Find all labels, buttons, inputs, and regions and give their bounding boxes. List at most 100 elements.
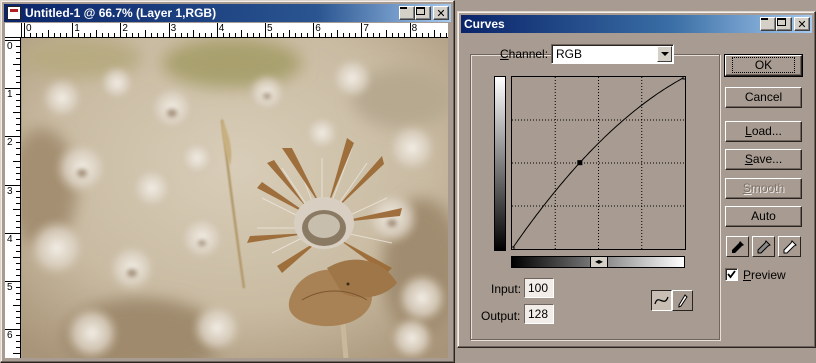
curve-control-point[interactable] [577, 160, 583, 166]
vertical-ruler[interactable]: 0 1 2 3 4 5 6 [5, 38, 21, 358]
ruler-tick [13, 256, 20, 258]
ruler-tick [301, 33, 303, 37]
ruler-tick [198, 33, 200, 37]
curves-title-bar[interactable]: Curves ✕ [461, 15, 812, 33]
curves-maximize-button[interactable] [776, 17, 792, 31]
ruler-tick [5, 136, 20, 138]
thistle-photo [22, 38, 448, 358]
chevron-down-icon[interactable] [657, 46, 672, 62]
save-button[interactable]: Save... [725, 149, 802, 170]
minimize-icon [400, 7, 407, 9]
ruler-tick [192, 30, 194, 37]
ruler-tick [5, 184, 20, 186]
document-window[interactable]: Untitled-1 @ 66.7% (Layer 1,RGB) ✕ 01234… [0, 0, 455, 363]
curve-tool-button[interactable] [651, 290, 672, 311]
ruler-tick [16, 226, 20, 228]
gray-eyedropper-button[interactable] [752, 236, 775, 257]
ruler-tick [16, 106, 20, 108]
pencil-tool-button[interactable] [672, 290, 693, 311]
ruler-label: 3 [7, 185, 13, 197]
ruler-tick [16, 130, 20, 132]
channel-value: RGB [556, 47, 583, 61]
document-title-bar[interactable]: Untitled-1 @ 66.7% (Layer 1,RGB) ✕ [4, 4, 451, 22]
ruler-tick [132, 33, 134, 37]
load-button[interactable]: Load... [725, 121, 802, 142]
curve-endpoint-black[interactable] [509, 246, 515, 252]
ruler-tick [313, 23, 315, 37]
ruler-tick [16, 268, 20, 270]
ruler-tick [210, 33, 212, 37]
curves-minimize-button[interactable] [760, 17, 776, 31]
gray-eyedropper-icon [757, 239, 771, 253]
auto-button[interactable]: Auto [725, 206, 802, 227]
ruler-label: 6 [7, 330, 13, 342]
ruler-tick [16, 317, 20, 319]
ruler-tick [16, 46, 20, 48]
minimize-button[interactable] [399, 6, 415, 20]
ruler-tick [66, 33, 68, 37]
ruler-tick [16, 148, 20, 150]
ruler-tick [16, 238, 20, 240]
ruler-tick [16, 166, 20, 168]
white-eyedropper-button[interactable] [778, 236, 801, 257]
ruler-tick [16, 58, 20, 60]
horizontal-ruler[interactable]: 012345678 [22, 23, 448, 38]
minimize-icon [761, 18, 768, 20]
input-field[interactable]: 100 [524, 278, 554, 298]
ruler-tick [72, 23, 74, 37]
preview-checkbox[interactable] [725, 268, 738, 281]
gradient-toggle-icon[interactable]: ◂▸ [590, 256, 608, 268]
ruler-tick [36, 33, 38, 37]
ruler-tick [5, 40, 20, 41]
ruler-tick [16, 196, 20, 198]
ruler-tick [84, 33, 86, 37]
ruler-tick [174, 33, 176, 37]
ruler-tick [246, 33, 248, 37]
input-label: Input: [491, 282, 522, 296]
ok-button[interactable]: OK [724, 54, 803, 77]
channel-select[interactable]: RGB [551, 44, 674, 64]
ruler-tick [16, 154, 20, 156]
ruler-origin[interactable] [5, 23, 22, 38]
ruler-tick [16, 178, 20, 180]
curves-dialog[interactable]: Curves ✕ Channel: RGB ◂▸ Input: 100 Outp… [457, 11, 816, 348]
ruler-tick [409, 23, 411, 37]
close-button[interactable]: ✕ [433, 6, 449, 20]
ruler-tick [16, 287, 20, 289]
ruler-tick [120, 23, 122, 37]
cancel-button[interactable]: Cancel [725, 87, 802, 108]
ruler-tick [283, 33, 285, 37]
ruler-tick [162, 33, 164, 37]
smooth-button[interactable]: Smooth [725, 178, 802, 199]
black-eyedropper-button[interactable] [726, 236, 749, 257]
ruler-tick [234, 33, 236, 37]
ruler-tick [216, 23, 218, 37]
photoshop-document-icon[interactable] [7, 6, 21, 20]
curves-close-button[interactable]: ✕ [794, 17, 810, 31]
maximize-button[interactable] [415, 6, 431, 20]
input-gradient-bar[interactable]: ◂▸ [511, 256, 685, 268]
checkmark-icon [727, 270, 736, 279]
ruler-tick [16, 335, 20, 337]
ruler-tick [349, 33, 351, 37]
ruler-tick [16, 250, 20, 252]
ruler-tick [16, 311, 20, 313]
ruler-tick [16, 293, 20, 295]
image-canvas[interactable] [22, 38, 448, 358]
ruler-tick [240, 30, 242, 37]
ruler-tick [16, 347, 20, 349]
close-icon: ✕ [436, 6, 446, 20]
ruler-tick [180, 33, 182, 37]
output-field[interactable]: 128 [524, 304, 554, 324]
curve-graph[interactable] [509, 74, 688, 252]
ruler-tick [60, 33, 62, 37]
document-title: Untitled-1 @ 66.7% (Layer 1,RGB) [25, 6, 217, 20]
ruler-tick [204, 33, 206, 37]
ruler-tick [16, 262, 20, 264]
ruler-tick [16, 244, 20, 246]
ruler-tick [16, 142, 20, 144]
output-gradient-bar [494, 76, 506, 251]
ruler-tick [13, 160, 20, 162]
pencil-tool-icon [678, 293, 688, 308]
curve-endpoint-white[interactable] [682, 74, 688, 80]
